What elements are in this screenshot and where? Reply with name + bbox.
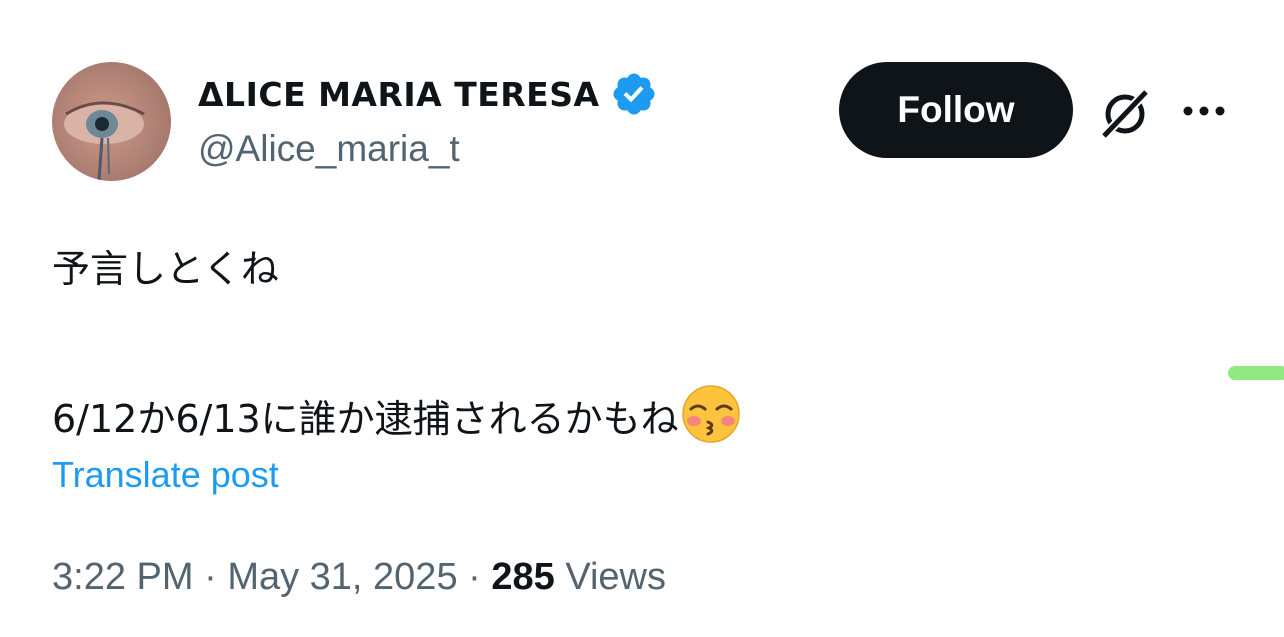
translate-post-link[interactable]: Translate post — [52, 454, 279, 496]
author-avatar[interactable] — [52, 62, 171, 181]
meta-separator: · — [193, 556, 228, 598]
author-name-row[interactable]: ΔLICE MARIA TERESA — [198, 70, 658, 118]
verified-badge-icon[interactable] — [610, 70, 658, 118]
grok-icon[interactable] — [1098, 86, 1152, 140]
tweet-text-line-1: 予言しとくね — [52, 247, 279, 291]
author-handle[interactable]: @Alice_maria_t — [198, 128, 460, 170]
highlight-mark — [1228, 366, 1284, 380]
author-display-name[interactable]: ΔLICE MARIA TERESA — [198, 75, 600, 114]
avatar-image — [64, 101, 145, 181]
tweet-metadata: 3:22 PM · May 31, 2025 · 285 Views — [52, 556, 666, 599]
more-options-icon[interactable] — [1180, 96, 1228, 126]
tweet-date[interactable]: May 31, 2025 — [227, 556, 457, 598]
tweet-detail: ΔLICE MARIA TERESA @Alice_maria_t Follow… — [0, 0, 1284, 637]
views-label[interactable]: Views — [555, 556, 666, 598]
tweet-time[interactable]: 3:22 PM — [52, 556, 194, 598]
follow-button[interactable]: Follow — [839, 62, 1073, 158]
tweet-text-line-2: 6/12か6/13に誰か逮捕されるかもね — [52, 397, 679, 441]
tweet-text-line-2-row: 6/12か6/13に誰か逮捕されるかもね — [52, 384, 741, 444]
kissing-face-emoji-icon — [681, 385, 740, 443]
views-count[interactable]: 285 — [491, 556, 554, 598]
meta-separator: · — [457, 556, 492, 598]
